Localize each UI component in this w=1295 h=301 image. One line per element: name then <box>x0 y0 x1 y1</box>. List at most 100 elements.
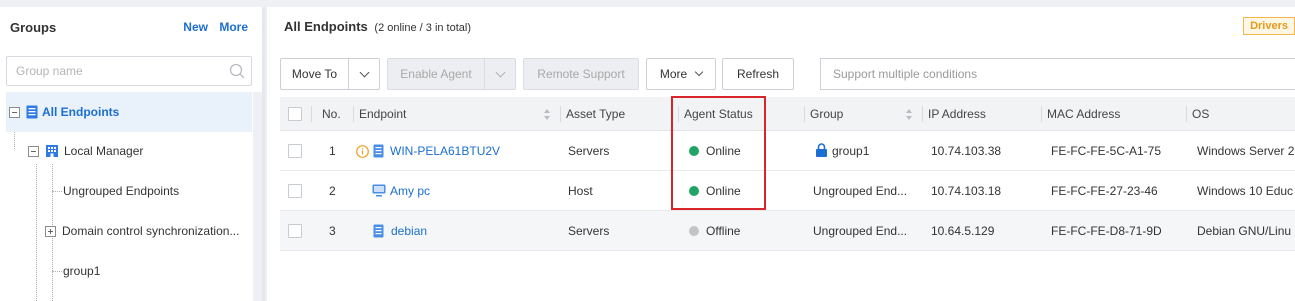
remote-support-label: Remote Support <box>537 67 625 81</box>
status-dot-online <box>689 146 699 156</box>
panel-divider[interactable] <box>262 7 265 301</box>
filter-input[interactable] <box>821 59 1295 89</box>
tree-item-ungrouped-endpoints[interactable]: Ungrouped Endpoints <box>63 171 252 211</box>
lock-icon <box>816 143 827 157</box>
enable-agent-dropdown-button[interactable] <box>484 58 516 90</box>
new-group-link[interactable]: New <box>183 20 208 34</box>
cell-agent-status: Online <box>689 131 741 171</box>
enable-agent-label: Enable Agent <box>400 67 472 81</box>
endpoints-panel: All Endpoints (2 online / 3 in total) Dr… <box>267 7 1295 301</box>
move-to-dropdown-button[interactable] <box>348 58 380 90</box>
remote-support-button[interactable]: Remote Support <box>523 58 639 90</box>
refresh-button[interactable]: Refresh <box>722 58 794 90</box>
cell-os: Windows 10 Educ <box>1197 184 1294 198</box>
cell-group: Ungrouped End... <box>813 224 908 238</box>
status-dot-online <box>689 186 699 196</box>
move-to-label: Move To <box>291 67 338 81</box>
search-icon[interactable] <box>229 63 245 79</box>
tree-item-label: All Endpoints <box>42 105 120 119</box>
filter-field <box>820 58 1295 90</box>
chevron-down-icon <box>359 67 369 77</box>
table-header: No. Endpoint Asset Type Agent Status Gro… <box>280 97 1295 131</box>
table-row[interactable]: 1 WIN-PELA61BTU2V Servers Online group1 … <box>280 131 1295 171</box>
chevron-down-icon <box>495 67 505 77</box>
move-to-button[interactable]: Move To <box>280 58 349 90</box>
cell-no: 2 <box>329 184 336 198</box>
column-header-mac[interactable]: MAC Address <box>1041 97 1120 131</box>
select-all-checkbox[interactable] <box>288 107 302 121</box>
column-header-no[interactable]: No. <box>316 97 341 131</box>
host-icon <box>372 184 386 197</box>
status-text: Offline <box>706 224 741 238</box>
table-row[interactable]: 3 debian Servers Offline Ungrouped End..… <box>280 211 1295 251</box>
page-title: All Endpoints (2 online / 3 in total) <box>284 19 471 34</box>
drivers-badge[interactable]: Drivers <box>1243 17 1295 35</box>
server-icon <box>373 224 384 238</box>
cell-os: Windows Server 2 <box>1197 144 1295 158</box>
column-header-os[interactable]: OS <box>1186 97 1209 131</box>
tree-item-label: Local Manager <box>64 144 144 158</box>
cell-mac: FE-FC-FE-27-23-46 <box>1051 184 1158 198</box>
cell-asset-type: Servers <box>568 144 610 158</box>
chevron-down-icon <box>694 67 704 77</box>
group-search-input[interactable] <box>7 57 217 85</box>
more-label: More <box>659 67 688 81</box>
cell-no: 3 <box>329 224 336 238</box>
local-manager-icon <box>46 145 58 157</box>
tree-item-label: group1 <box>63 264 101 278</box>
cell-ip: 10.74.103.38 <box>931 144 1002 158</box>
refresh-label: Refresh <box>736 67 780 81</box>
column-divider <box>311 106 312 122</box>
tree-item-local-manager[interactable]: Local Manager <box>28 131 252 171</box>
cell-agent-status: Offline <box>689 211 740 251</box>
cell-mac: FE-FC-FE-5C-A1-75 <box>1051 144 1162 158</box>
column-header-agent-status[interactable]: Agent Status <box>678 97 753 131</box>
row-checkbox[interactable] <box>288 184 302 198</box>
cell-os: Debian GNU/Linu <box>1197 224 1292 238</box>
sidebar-title: Groups <box>10 20 57 35</box>
endpoint-link[interactable]: WIN-PELA61BTU2V <box>390 131 500 171</box>
tree-item-group1[interactable]: group1 <box>63 251 252 291</box>
cell-group: Ungrouped End... <box>813 184 908 198</box>
endpoint-link[interactable]: debian <box>391 211 427 251</box>
more-button[interactable]: More <box>646 58 716 90</box>
collapse-icon[interactable] <box>28 145 39 157</box>
status-text: Online <box>706 184 741 198</box>
cell-group: group1 <box>832 144 870 158</box>
tree-item-domain-sync[interactable]: Domain control synchronization... <box>45 211 252 251</box>
row-checkbox[interactable] <box>288 144 302 158</box>
sidebar-actions: New More <box>175 20 248 34</box>
sidebar-scrollbar[interactable] <box>253 92 262 301</box>
tree-guide-line <box>36 164 37 301</box>
status-text: Online <box>706 144 741 158</box>
server-icon <box>373 144 384 158</box>
cell-ip: 10.64.5.129 <box>931 224 995 238</box>
enable-agent-button[interactable]: Enable Agent <box>387 58 485 90</box>
cell-mac: FE-FC-FE-D8-71-9D <box>1051 224 1162 238</box>
tree-item-all-endpoints[interactable]: All Endpoints <box>6 92 252 132</box>
all-endpoints-icon <box>26 105 38 119</box>
endpoint-count: (2 online / 3 in total) <box>374 22 472 34</box>
row-checkbox[interactable] <box>288 224 302 238</box>
expand-icon[interactable] <box>45 225 56 237</box>
sort-icon[interactable] <box>544 109 551 120</box>
column-header-group[interactable]: Group <box>804 97 843 131</box>
tree-guide-line <box>52 271 62 272</box>
table-row[interactable]: 2 Amy pc Host Online Ungrouped End... 10… <box>280 171 1295 211</box>
cell-ip: 10.74.103.18 <box>931 184 1002 198</box>
sort-icon[interactable] <box>906 109 913 120</box>
collapse-icon[interactable] <box>9 106 20 118</box>
cell-agent-status: Online <box>689 171 741 211</box>
more-link[interactable]: More <box>219 20 248 34</box>
column-header-asset-type[interactable]: Asset Type <box>560 97 625 131</box>
column-header-endpoint[interactable]: Endpoint <box>353 97 406 131</box>
page-title-text: All Endpoints <box>284 19 368 34</box>
cell-asset-type: Servers <box>568 224 610 238</box>
column-header-ip[interactable]: IP Address <box>922 97 986 131</box>
cell-asset-type: Host <box>568 184 593 198</box>
info-icon[interactable] <box>356 145 369 158</box>
tree-item-label: Ungrouped Endpoints <box>63 184 180 198</box>
endpoint-link[interactable]: Amy pc <box>390 171 430 211</box>
sidebar-header: Groups New More <box>10 20 248 38</box>
group-search <box>6 56 252 86</box>
